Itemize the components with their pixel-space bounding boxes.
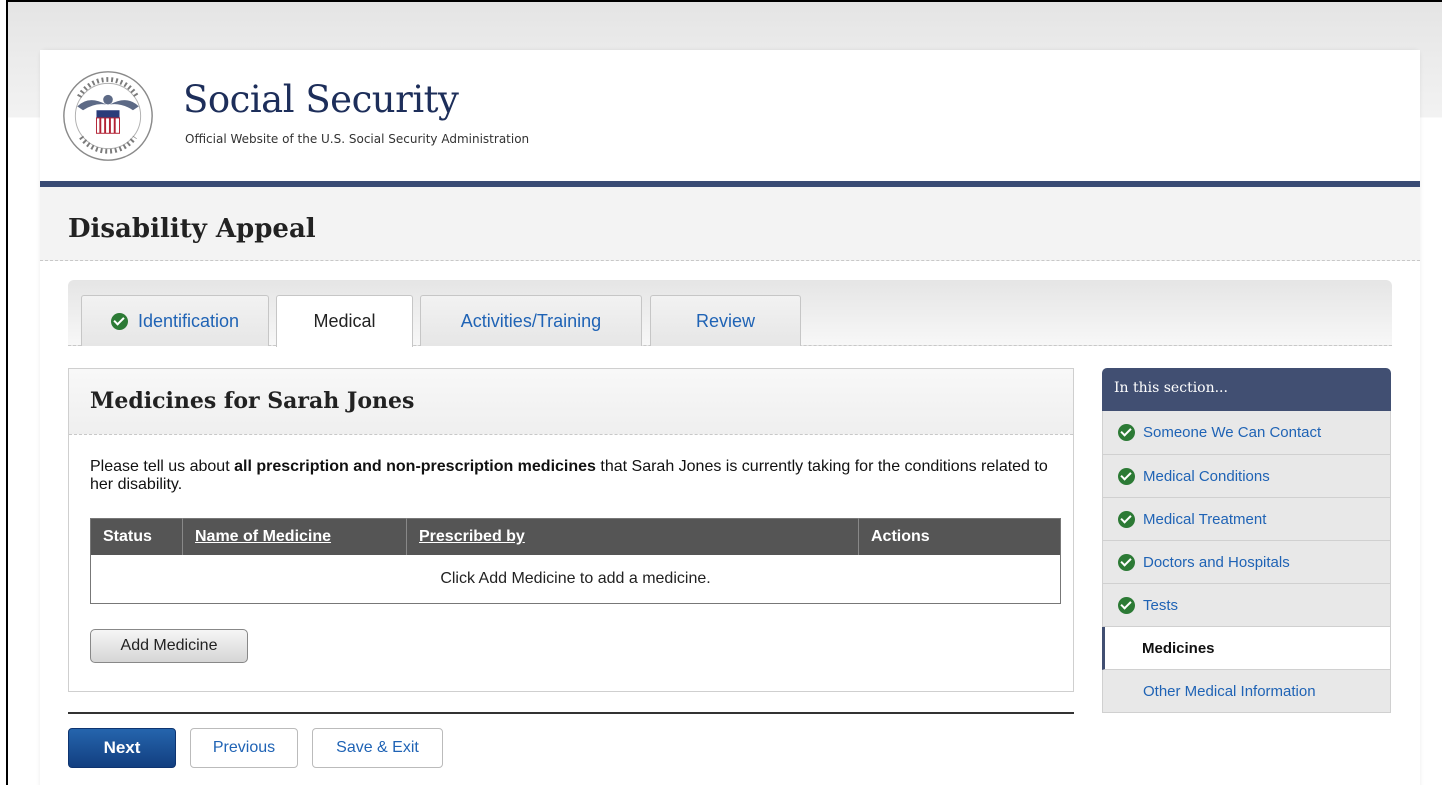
sidebar-item-label: Medical Conditions — [1143, 467, 1270, 485]
browser-viewport: Social Security Official Website of the … — [6, 0, 1442, 785]
sidebar-item-label: Medical Treatment — [1143, 510, 1267, 528]
sidebar-item-doctors-and-hospitals[interactable]: Doctors and Hospitals — [1102, 541, 1391, 584]
sidebar-heading: In this section... — [1102, 368, 1391, 411]
check-circle-icon — [1118, 510, 1135, 528]
intro-text-bold: all prescription and non-prescription me… — [234, 458, 596, 475]
tab-label: Medical — [313, 311, 376, 331]
next-button[interactable]: Next — [68, 728, 176, 768]
site-header: Social Security Official Website of the … — [40, 50, 1420, 181]
tab-medical[interactable]: Medical — [276, 295, 413, 347]
check-circle-icon — [110, 312, 128, 330]
form-divider — [68, 712, 1074, 714]
sidebar-item-label: Tests — [1143, 596, 1179, 614]
brand-title[interactable]: Social Security — [183, 78, 459, 121]
tab-label: Activities/Training — [460, 310, 602, 331]
sidebar-item-label: Medicines — [1142, 639, 1215, 657]
medicines-panel: Medicines for Sarah Jones Please tell us… — [68, 368, 1074, 692]
tab-activities-training[interactable]: Activities/Training — [420, 295, 642, 346]
page-title: Disability Appeal — [68, 214, 316, 244]
table-row: Click Add Medicine to add a medicine. — [90, 554, 1061, 604]
page-container: Social Security Official Website of the … — [40, 50, 1420, 785]
sidebar-item-other-medical-information[interactable]: Other Medical Information — [1102, 670, 1391, 713]
column-actions: Actions — [858, 518, 1061, 555]
check-circle-icon — [1118, 467, 1135, 485]
empty-table-message: Click Add Medicine to add a medicine. — [90, 554, 1061, 604]
brand-subtitle: Official Website of the U.S. Social Secu… — [185, 132, 530, 146]
column-prescribed-by[interactable]: Prescribed by — [406, 518, 859, 555]
panel-header: Medicines for Sarah Jones — [69, 369, 1073, 435]
sidebar-item-someone-we-can-contact[interactable]: Someone We Can Contact — [1102, 411, 1391, 455]
save-exit-button[interactable]: Save & Exit — [312, 728, 443, 768]
tab-identification[interactable]: Identification — [81, 295, 269, 346]
sidebar-item-label: Other Medical Information — [1143, 682, 1316, 700]
table-header-row: Status Name of Medicine Prescribed by Ac… — [90, 518, 1061, 555]
medicines-table: Status Name of Medicine Prescribed by Ac… — [90, 518, 1061, 604]
column-name-of-medicine[interactable]: Name of Medicine — [182, 518, 407, 555]
tab-review[interactable]: Review — [650, 295, 801, 346]
sidebar-item-label: Someone We Can Contact — [1143, 424, 1322, 441]
column-status: Status — [90, 518, 183, 555]
previous-button[interactable]: Previous — [190, 728, 298, 768]
sidebar-item-medicines: Medicines — [1102, 627, 1391, 670]
check-circle-icon — [1118, 596, 1135, 614]
sidebar-item-label: Doctors and Hospitals — [1143, 553, 1290, 571]
tab-label: Identification — [137, 310, 240, 331]
sidebar-item-medical-conditions[interactable]: Medical Conditions — [1102, 455, 1391, 498]
intro-text: Please tell us about all prescription an… — [90, 458, 1050, 494]
title-band: Disability Appeal — [40, 187, 1420, 261]
sidebar-item-medical-treatment[interactable]: Medical Treatment — [1102, 498, 1391, 541]
ssa-seal-icon[interactable] — [60, 68, 156, 164]
check-circle-icon — [1118, 424, 1135, 441]
sidebar-item-tests[interactable]: Tests — [1102, 584, 1391, 627]
add-medicine-button[interactable]: Add Medicine — [90, 629, 248, 663]
intro-text-start: Please tell us about — [90, 458, 235, 475]
section-sidebar: In this section... Someone We Can Contac… — [1102, 368, 1391, 713]
check-circle-icon — [1118, 553, 1135, 571]
tab-label: Review — [695, 310, 756, 331]
tab-strip: Identification Medical Activities/Traini… — [68, 280, 1392, 347]
panel-title: Medicines for Sarah Jones — [90, 388, 415, 414]
